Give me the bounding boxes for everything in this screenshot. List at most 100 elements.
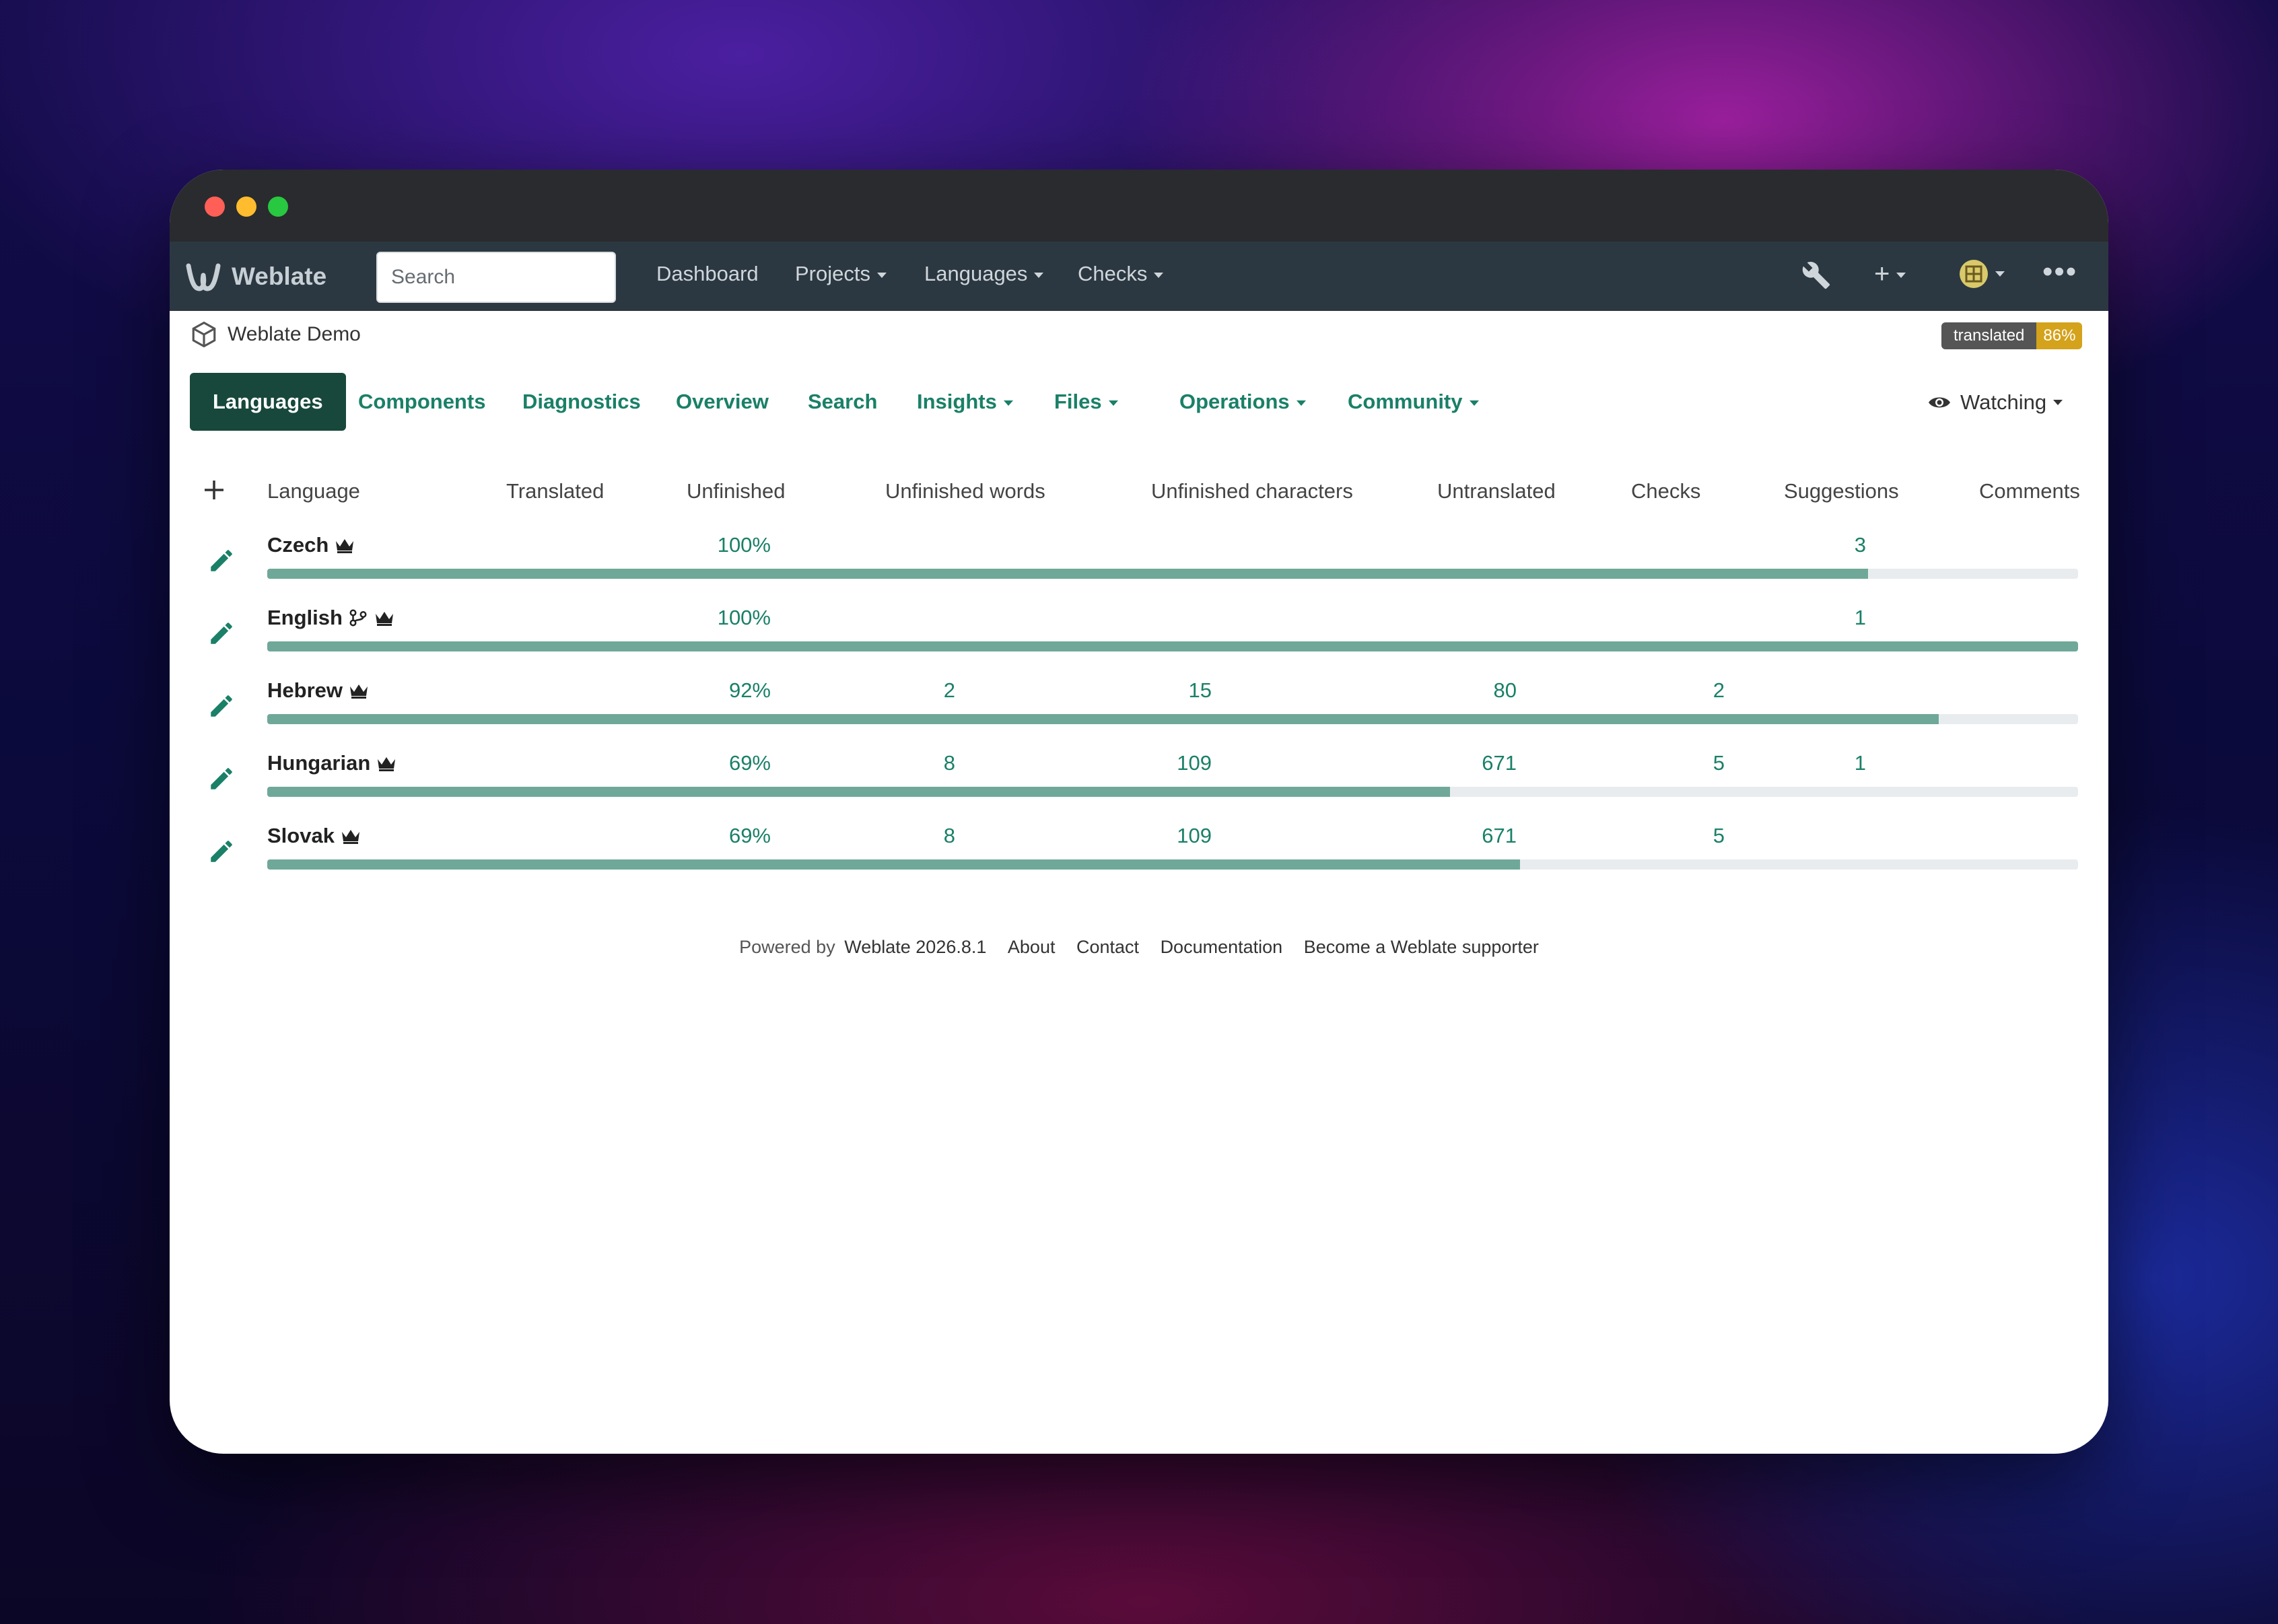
nav-languages[interactable]: Languages	[924, 262, 1044, 286]
chevron-down-icon	[1896, 273, 1906, 279]
footer-about-link[interactable]: About	[1008, 937, 1056, 957]
translation-progress-bar	[267, 787, 2078, 797]
col-checks[interactable]: Checks	[1631, 479, 1700, 503]
minimize-window-button[interactable]	[236, 197, 256, 217]
col-suggestions[interactable]: Suggestions	[1784, 479, 1899, 503]
window-titlebar	[170, 170, 2108, 242]
translated-badge[interactable]: translated 86%	[1941, 322, 2083, 349]
tab-files[interactable]: Files	[1054, 373, 1118, 431]
cell-translated[interactable]: 100%	[718, 533, 771, 557]
eye-icon	[1929, 397, 1950, 408]
cell-untranslated[interactable]: 2	[1713, 678, 1725, 703]
crown-icon	[341, 830, 359, 844]
nav-checks[interactable]: Checks	[1078, 262, 1164, 286]
crown-icon	[378, 757, 396, 771]
add-language-icon[interactable]	[202, 478, 226, 502]
cell-unfinished-words[interactable]: 15	[1189, 678, 1212, 703]
language-link[interactable]: Hungarian	[267, 751, 397, 775]
tab-diagnostics[interactable]: Diagnostics	[522, 373, 641, 431]
cell-translated[interactable]: 69%	[729, 824, 771, 848]
edit-pencil-icon[interactable]	[207, 837, 236, 866]
col-unfinished-words[interactable]: Unfinished words	[885, 479, 1045, 503]
chevron-down-icon	[1154, 272, 1164, 278]
edit-pencil-icon[interactable]	[207, 765, 236, 793]
col-unfinished[interactable]: Unfinished	[687, 479, 785, 503]
col-untranslated[interactable]: Untranslated	[1437, 479, 1556, 503]
progress-bar-fill	[267, 641, 2078, 651]
crown-icon	[336, 539, 354, 553]
col-language[interactable]: Language	[267, 479, 360, 503]
tab-search[interactable]: Search	[808, 373, 877, 431]
footer-supporter-link[interactable]: Become a Weblate supporter	[1304, 937, 1539, 957]
more-menu-icon[interactable]: •••	[2042, 255, 2077, 289]
progress-bar-fill	[267, 714, 1939, 724]
crown-icon	[375, 612, 393, 626]
progress-bar-fill	[267, 787, 1450, 797]
cell-unfinished-words[interactable]: 109	[1177, 824, 1212, 848]
translation-progress-bar	[267, 569, 2078, 579]
brand-link[interactable]: Weblate	[184, 258, 326, 295]
cell-checks[interactable]: 1	[1855, 751, 1866, 775]
tab-insights[interactable]: Insights	[917, 373, 1013, 431]
tab-community[interactable]: Community	[1348, 373, 1479, 431]
cell-unfinished-words[interactable]: 109	[1177, 751, 1212, 775]
breadcrumb: Weblate Demo	[190, 319, 361, 350]
col-comments[interactable]: Comments	[1979, 479, 2080, 503]
add-menu-button[interactable]: +	[1874, 259, 1906, 289]
language-link[interactable]: Czech	[267, 533, 355, 557]
col-translated[interactable]: Translated	[506, 479, 604, 503]
language-link[interactable]: English	[267, 606, 395, 630]
cell-translated[interactable]: 92%	[729, 678, 771, 703]
chevron-down-icon	[1469, 400, 1479, 406]
footer-contact-link[interactable]: Contact	[1076, 937, 1139, 957]
browser-window: Weblate Dashboard Projects Languages Che…	[170, 170, 2108, 1454]
page-footer: Powered by Weblate 2026.8.1 About Contac…	[170, 937, 2108, 958]
footer-documentation-link[interactable]: Documentation	[1161, 937, 1283, 957]
tab-files-label: Files	[1054, 390, 1102, 413]
watching-label: Watching	[1960, 390, 2047, 414]
plus-icon: +	[1874, 259, 1890, 289]
cell-unfinished[interactable]: 8	[944, 824, 955, 848]
brand-name: Weblate	[232, 262, 327, 290]
footer-version-link[interactable]: Weblate 2026.8.1	[844, 937, 986, 957]
language-link[interactable]: Slovak	[267, 824, 361, 848]
nav-dashboard[interactable]: Dashboard	[656, 262, 759, 286]
language-name: Hebrew	[267, 678, 343, 702]
language-link[interactable]: Hebrew	[267, 678, 370, 703]
cell-unfinished-characters[interactable]: 80	[1494, 678, 1517, 703]
crown-icon	[349, 684, 368, 699]
breadcrumb-project-link[interactable]: Weblate Demo	[228, 323, 361, 346]
col-unfinished-characters[interactable]: Unfinished characters	[1151, 479, 1353, 503]
cell-unfinished[interactable]: 2	[944, 678, 955, 703]
cell-checks[interactable]: 3	[1855, 533, 1866, 557]
user-menu-button[interactable]	[1959, 259, 2005, 289]
nav-projects[interactable]: Projects	[795, 262, 887, 286]
nav-checks-label: Checks	[1078, 262, 1148, 285]
language-name: English	[267, 606, 343, 629]
language-name: Hungarian	[267, 751, 371, 775]
wrench-icon[interactable]	[1801, 260, 1831, 290]
tab-languages[interactable]: Languages	[190, 373, 346, 431]
edit-pencil-icon[interactable]	[207, 692, 236, 720]
search-input[interactable]	[376, 252, 616, 303]
edit-pencil-icon[interactable]	[207, 619, 236, 647]
watching-dropdown[interactable]: Watching	[1928, 390, 2063, 415]
cell-checks[interactable]: 1	[1855, 606, 1866, 630]
footer-powered-by: Powered by	[739, 937, 835, 957]
cell-translated[interactable]: 100%	[718, 606, 771, 630]
tab-insights-label: Insights	[917, 390, 997, 413]
tab-overview[interactable]: Overview	[676, 373, 769, 431]
cell-unfinished-characters[interactable]: 671	[1482, 824, 1517, 848]
cell-unfinished[interactable]: 8	[944, 751, 955, 775]
cell-unfinished-characters[interactable]: 671	[1482, 751, 1517, 775]
tab-operations[interactable]: Operations	[1179, 373, 1306, 431]
maximize-window-button[interactable]	[268, 197, 288, 217]
cell-translated[interactable]: 69%	[729, 751, 771, 775]
chevron-down-icon	[1995, 271, 2005, 277]
cell-untranslated[interactable]: 5	[1713, 751, 1725, 775]
tab-components[interactable]: Components	[358, 373, 485, 431]
cell-untranslated[interactable]: 5	[1713, 824, 1725, 848]
edit-pencil-icon[interactable]	[207, 546, 236, 575]
close-window-button[interactable]	[205, 197, 225, 217]
cube-icon	[192, 321, 216, 348]
